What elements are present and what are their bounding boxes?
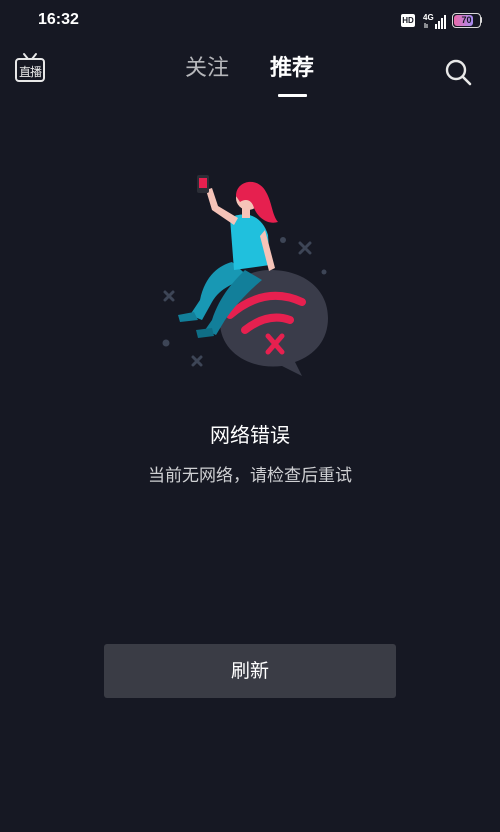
hd-badge: HD: [401, 14, 415, 27]
search-button[interactable]: [442, 56, 474, 88]
live-label: 直播: [18, 65, 42, 79]
tab-recommend[interactable]: 推荐: [270, 54, 314, 84]
battery-level: 70: [461, 15, 472, 25]
network-type-label: 4G: [423, 13, 434, 22]
battery-icon: 70: [452, 13, 482, 28]
live-button[interactable]: 直播: [14, 52, 48, 86]
signal-icon: 4G: [423, 13, 446, 29]
error-message: 当前无网络，请检查后重试: [148, 466, 352, 486]
status-bar: 16:32 HD 4G 70: [0, 0, 500, 44]
tab-follow[interactable]: 关注: [185, 54, 229, 84]
search-icon: [445, 59, 472, 86]
error-title: 网络错误: [210, 423, 290, 447]
top-nav: 直播 关注 推荐: [0, 44, 500, 104]
status-time: 16:32: [38, 11, 79, 28]
no-network-illustration: [162, 175, 328, 376]
refresh-button[interactable]: 刷新: [104, 644, 396, 698]
tab-indicator: [278, 94, 307, 97]
